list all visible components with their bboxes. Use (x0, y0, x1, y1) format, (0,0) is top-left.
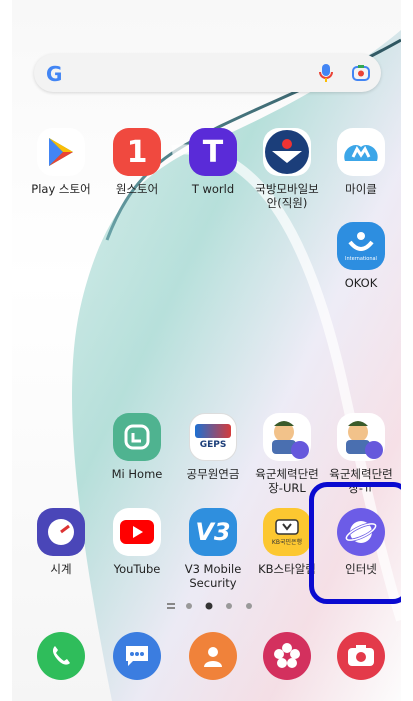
dock-phone[interactable] (24, 632, 98, 680)
geps-text: GEPS (199, 440, 227, 450)
mi-home-icon (113, 413, 161, 461)
dock-camera[interactable] (324, 632, 398, 680)
page-dot-current[interactable] (205, 602, 213, 610)
app-onestore[interactable]: 1 원스토어 (100, 128, 174, 196)
app-v3-security[interactable]: V3 V3 Mobile Security (176, 508, 250, 590)
app-army-fitness-url[interactable]: 육군체력단련 장-URL (250, 413, 324, 495)
app-defense-mobile-security[interactable]: 국방모바일보 안(직원) (250, 128, 324, 210)
kb-small-text: KB국민은행 (271, 538, 303, 546)
app-label: 마이클 (345, 182, 377, 196)
app-label: Play 스토어 (31, 182, 91, 196)
contacts-icon (189, 632, 237, 680)
app-tworld[interactable]: T T world (176, 128, 250, 196)
youtube-icon (113, 508, 161, 556)
camera-icon (337, 632, 385, 680)
app-label: V3 Mobile Security (184, 562, 242, 590)
app-label: YouTube (113, 562, 161, 576)
kb-star-alarm-icon: KB국민은행 (263, 508, 311, 556)
dock-contacts[interactable] (176, 632, 250, 680)
app-play-store[interactable]: Play 스토어 (24, 128, 98, 196)
app-label: 원스토어 (115, 182, 159, 196)
v3-security-icon: V3 (189, 508, 237, 556)
messages-icon (113, 632, 161, 680)
onestore-icon: 1 (113, 128, 161, 176)
app-clock[interactable]: 시계 (24, 508, 98, 576)
app-label: Mi Home (111, 467, 163, 481)
app-label: 국방모바일보 안(직원) (255, 182, 319, 210)
play-store-icon (37, 128, 85, 176)
lens-icon[interactable] (351, 63, 371, 83)
app-okok[interactable]: International OKOK (324, 222, 398, 290)
app-label: 공무원연금 (186, 467, 240, 481)
app-geps[interactable]: GEPS 공무원연금 (176, 413, 250, 481)
army-fitness-url-icon (263, 413, 311, 461)
clock-icon (37, 508, 85, 556)
defense-mobile-security-icon (263, 128, 311, 176)
app-label: T world (191, 182, 235, 196)
page-dot[interactable] (246, 603, 252, 609)
highlight-box (309, 482, 401, 604)
phone-icon (37, 632, 85, 680)
google-logo-icon: G (46, 62, 63, 86)
okok-small-text: International (345, 256, 377, 262)
google-search-bar[interactable]: G (34, 54, 381, 92)
page-dot[interactable] (226, 603, 232, 609)
dock-gallery[interactable] (250, 632, 324, 680)
home-screen: G Play 스토어 1 원스토어 T T world 국방모바일보 안(직원)… (12, 0, 401, 701)
app-youtube[interactable]: YouTube (100, 508, 174, 576)
army-fitness-icon (337, 413, 385, 461)
app-michael[interactable]: 마이클 (324, 128, 398, 196)
page-dot[interactable] (186, 603, 192, 609)
mic-icon[interactable] (318, 63, 334, 83)
tworld-icon: T (189, 128, 237, 176)
app-label: 시계 (50, 562, 72, 576)
okok-icon: International (337, 222, 385, 270)
geps-icon: GEPS (189, 413, 237, 461)
gallery-icon (263, 632, 311, 680)
app-label: OKOK (344, 276, 378, 290)
page-indicator[interactable] (167, 600, 267, 612)
michael-icon (337, 128, 385, 176)
app-mi-home[interactable]: Mi Home (100, 413, 174, 481)
dock-messages[interactable] (100, 632, 174, 680)
